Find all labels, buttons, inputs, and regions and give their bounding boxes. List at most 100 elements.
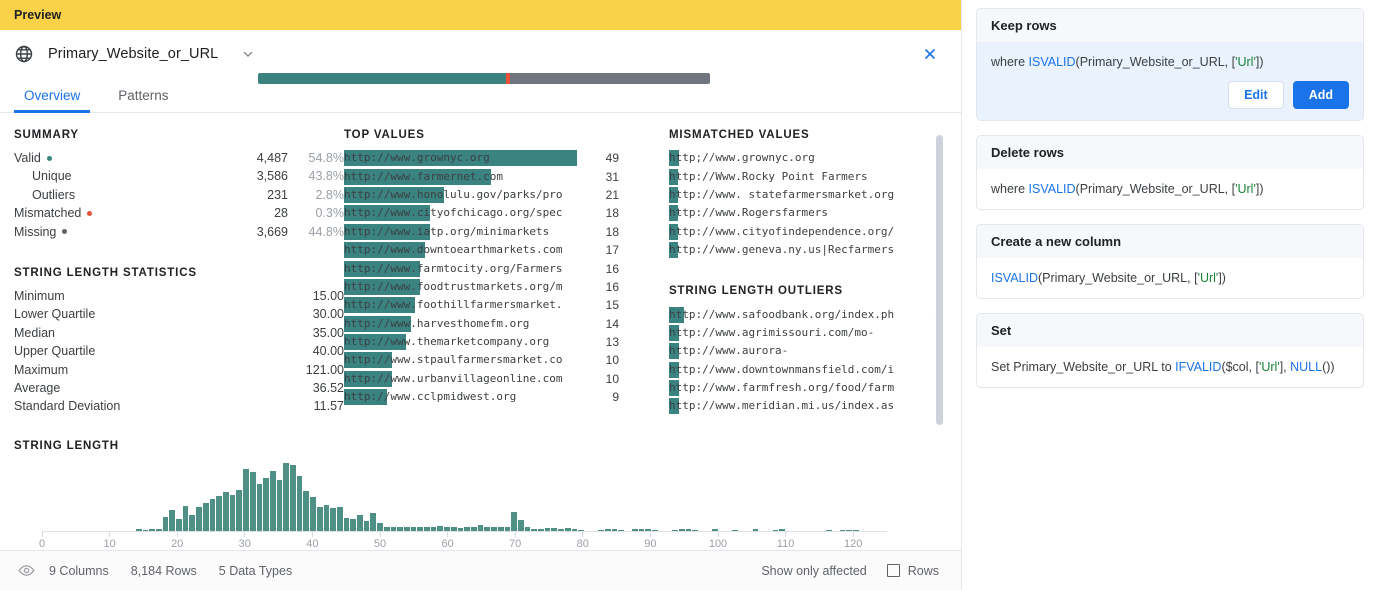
histogram-bar[interactable] <box>263 478 269 531</box>
histogram-bar[interactable] <box>277 480 283 531</box>
close-icon[interactable] <box>921 45 939 63</box>
histogram-tick-label: 30 <box>239 538 251 550</box>
histogram-bar[interactable] <box>283 463 289 531</box>
top-value-row[interactable]: http://www.foodtrustmarkets.org/m16 <box>344 278 669 296</box>
top-value-row[interactable]: http://www.iatp.org/minimarkets18 <box>344 223 669 241</box>
top-value-row[interactable]: http://www.stpaulfarmersmarket.co10 <box>344 351 669 369</box>
mismatched-value-row[interactable]: http://www.Rogersfarmers1 <box>669 204 944 222</box>
expression-token-lit: 'Url' <box>1235 55 1256 69</box>
top-value-row[interactable]: http://www.themarketcompany.org13 <box>344 333 669 351</box>
histogram-bar[interactable] <box>250 472 256 531</box>
chevron-down-icon[interactable] <box>240 46 256 62</box>
top-value-row[interactable]: http://www.harvesthomefm.org14 <box>344 315 669 333</box>
string-length-outlier-row[interactable]: http://www.downtownmansfield.com/i2 <box>669 361 944 379</box>
top-value-row[interactable]: http://www.honolulu.gov/parks/pro21 <box>344 186 669 204</box>
histogram-bar[interactable] <box>203 503 209 531</box>
summary-row-percent: 54.8% <box>288 149 344 167</box>
histogram-bar[interactable] <box>236 490 242 531</box>
summary-row: Missing3,66944.8% <box>14 223 344 241</box>
string-length-outlier-row[interactable]: http://www.agrimissouri.com/mo-2 <box>669 324 944 342</box>
histogram-tick-label: 120 <box>844 538 862 550</box>
value-text: http://www.Rogersfarmers <box>669 205 828 221</box>
mismatched-value-row[interactable]: http://www. statefarmersmarket.org1 <box>669 186 944 204</box>
string-length-outlier-row[interactable]: http://www.aurora-2 <box>669 342 944 360</box>
value-count: 14 <box>589 317 619 331</box>
histogram-bars[interactable] <box>42 463 887 531</box>
histogram-bar[interactable] <box>357 515 363 531</box>
histogram-bar[interactable] <box>511 512 517 531</box>
summary-row-count: 231 <box>216 186 288 204</box>
histogram-bar[interactable] <box>377 523 383 531</box>
top-value-row[interactable]: http://www.urbanvillageonline.com10 <box>344 370 669 388</box>
string-length-outlier-row[interactable]: http://www.safoodbank.org/index.ph3 <box>669 305 944 323</box>
suggestion-card-delete-rows[interactable]: Delete rowswhere ISVALID(Primary_Website… <box>976 135 1364 210</box>
histogram-bar[interactable] <box>163 517 169 531</box>
edit-button[interactable]: Edit <box>1228 81 1284 109</box>
histogram-bar[interactable] <box>297 476 303 531</box>
value-text: http://www.foodtrustmarkets.org/m <box>344 279 563 295</box>
histogram-bar[interactable] <box>310 497 316 531</box>
histogram-bar[interactable] <box>303 491 309 531</box>
mismatched-value-row[interactable]: http;//www.grownyc.org2 <box>669 149 944 167</box>
string-length-outlier-row[interactable]: http://www.meridian.mi.us/index.as2 <box>669 397 944 415</box>
top-value-row[interactable]: http://www.cclpmidwest.org9 <box>344 388 669 406</box>
suggestion-card-keep-rows[interactable]: Keep rowswhere ISVALID(Primary_Website_o… <box>976 8 1364 121</box>
mismatched-values-column: MISMATCHED VALUES http;//www.grownyc.org… <box>669 129 944 416</box>
histogram-tick-mark <box>717 532 718 537</box>
suggestion-card-create-a-new-column[interactable]: Create a new columnISVALID(Primary_Websi… <box>976 224 1364 299</box>
mismatched-value-row[interactable]: http://Www.Rocky Point Farmers1 <box>669 167 944 185</box>
histogram-tick: 50 <box>374 532 386 550</box>
tab-patterns[interactable]: Patterns <box>108 88 178 112</box>
scrollbar-thumb[interactable] <box>936 135 943 425</box>
summary-row-percent: 0.3% <box>288 204 344 222</box>
histogram-tick: 20 <box>171 532 183 550</box>
summary-row-valid-dot <box>47 156 52 161</box>
eye-icon[interactable] <box>18 562 35 579</box>
histogram-bar[interactable] <box>317 507 323 531</box>
histogram-bar[interactable] <box>370 513 376 531</box>
top-value-row[interactable]: http://www.downtoearthmarkets.com17 <box>344 241 669 259</box>
histogram-bar[interactable] <box>330 508 336 531</box>
histogram-bar[interactable] <box>324 505 330 531</box>
expression-token-kw: ]) <box>1256 182 1264 196</box>
top-value-row[interactable]: http://www.grownyc.org49 <box>344 149 669 167</box>
histogram-bar[interactable] <box>210 499 216 531</box>
histogram-tick-label: 50 <box>374 538 386 550</box>
histogram-bar[interactable] <box>350 519 356 531</box>
mismatched-values-title: MISMATCHED VALUES <box>669 129 944 141</box>
histogram-bar[interactable] <box>196 507 202 531</box>
histogram-bar[interactable] <box>230 495 236 531</box>
histogram-bar[interactable] <box>223 492 229 531</box>
histogram-bar[interactable] <box>344 518 350 531</box>
top-value-row[interactable]: http://www.farmernet.com31 <box>344 167 669 185</box>
histogram-bar[interactable] <box>183 506 189 531</box>
expression-token-kw: Primary_Website_or_URL to <box>1013 360 1175 374</box>
suggestion-card-set[interactable]: SetSet Primary_Website_or_URL to IFVALID… <box>976 313 1364 388</box>
top-value-row[interactable]: http://www.farmtocity.org/Farmers16 <box>344 259 669 277</box>
top-value-row[interactable]: http://www.foothillfarmersmarket.15 <box>344 296 669 314</box>
histogram-bar[interactable] <box>364 521 370 530</box>
histogram-bar[interactable] <box>216 496 222 531</box>
expression-token-kw: ()) <box>1322 360 1335 374</box>
histogram-bar[interactable] <box>169 510 175 531</box>
histogram-bar[interactable] <box>270 471 276 531</box>
histogram-bar[interactable] <box>290 465 296 530</box>
mismatched-value-row[interactable]: http://www.cityofindependence.org/1 <box>669 223 944 241</box>
histogram-bar[interactable] <box>257 484 263 531</box>
histogram-tick-mark <box>853 532 854 537</box>
show-only-affected-label[interactable]: Show only affected <box>761 564 866 578</box>
histogram-bar[interactable] <box>243 469 249 531</box>
histogram-bar[interactable] <box>176 519 182 531</box>
histogram-bar[interactable] <box>337 507 343 531</box>
top-value-row[interactable]: http://www.cityofchicago.org/spec18 <box>344 204 669 222</box>
histogram-tick: 90 <box>644 532 656 550</box>
column-name: Primary_Website_or_URL <box>48 46 218 62</box>
mismatched-value-row[interactable]: http://www.geneva.ny.us|Recfarmers1 <box>669 241 944 259</box>
histogram-bar[interactable] <box>518 520 524 531</box>
data-quality-bar[interactable] <box>258 73 710 84</box>
rows-checkbox[interactable] <box>887 564 900 577</box>
tab-overview[interactable]: Overview <box>14 88 90 112</box>
histogram-bar[interactable] <box>189 515 195 531</box>
add-button[interactable]: Add <box>1293 81 1349 109</box>
string-length-outlier-row[interactable]: http://www.farmfresh.org/food/farm2 <box>669 379 944 397</box>
